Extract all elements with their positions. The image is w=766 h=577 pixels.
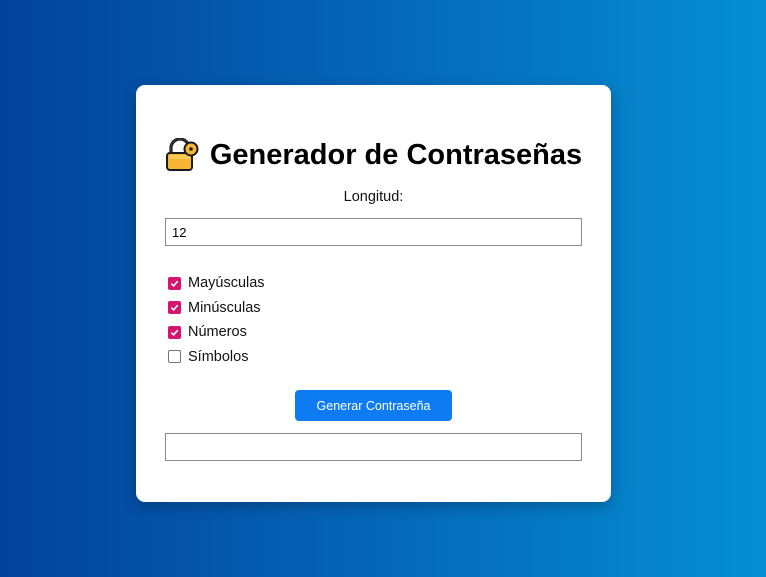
uppercase-label: Mayúsculas bbox=[188, 275, 265, 292]
symbols-label: Símbolos bbox=[188, 348, 249, 365]
uppercase-checkbox[interactable] bbox=[168, 276, 181, 290]
check-icon bbox=[170, 304, 179, 312]
check-icon bbox=[170, 280, 179, 287]
length-label: Longitud: bbox=[343, 189, 404, 205]
generate-password-button[interactable]: Generar Contraseña bbox=[295, 390, 452, 421]
option-uppercase[interactable]: Mayúsculas bbox=[167, 271, 265, 296]
symbols-checkbox[interactable] bbox=[168, 350, 181, 364]
page-title: Generador de Contraseñas bbox=[209, 139, 583, 171]
numbers-checkbox[interactable] bbox=[168, 325, 181, 339]
option-symbols[interactable]: Símbolos bbox=[167, 345, 265, 370]
password-output[interactable] bbox=[165, 433, 582, 461]
lowercase-label: Minúsculas bbox=[188, 299, 261, 316]
lock-icon bbox=[165, 138, 199, 171]
numbers-label: Números bbox=[188, 324, 247, 341]
check-icon bbox=[170, 329, 179, 336]
option-lowercase[interactable]: Minúsculas bbox=[167, 296, 265, 321]
password-generator-card: Generador de Contraseñas Longitud: Mayús… bbox=[136, 85, 611, 502]
lowercase-checkbox[interactable] bbox=[168, 301, 181, 315]
title-row: Generador de Contraseñas bbox=[136, 135, 611, 175]
length-input[interactable] bbox=[165, 218, 582, 246]
option-numbers[interactable]: Números bbox=[167, 320, 265, 345]
options-list: Mayúsculas Minúsculas Números Símbolos bbox=[167, 271, 265, 369]
